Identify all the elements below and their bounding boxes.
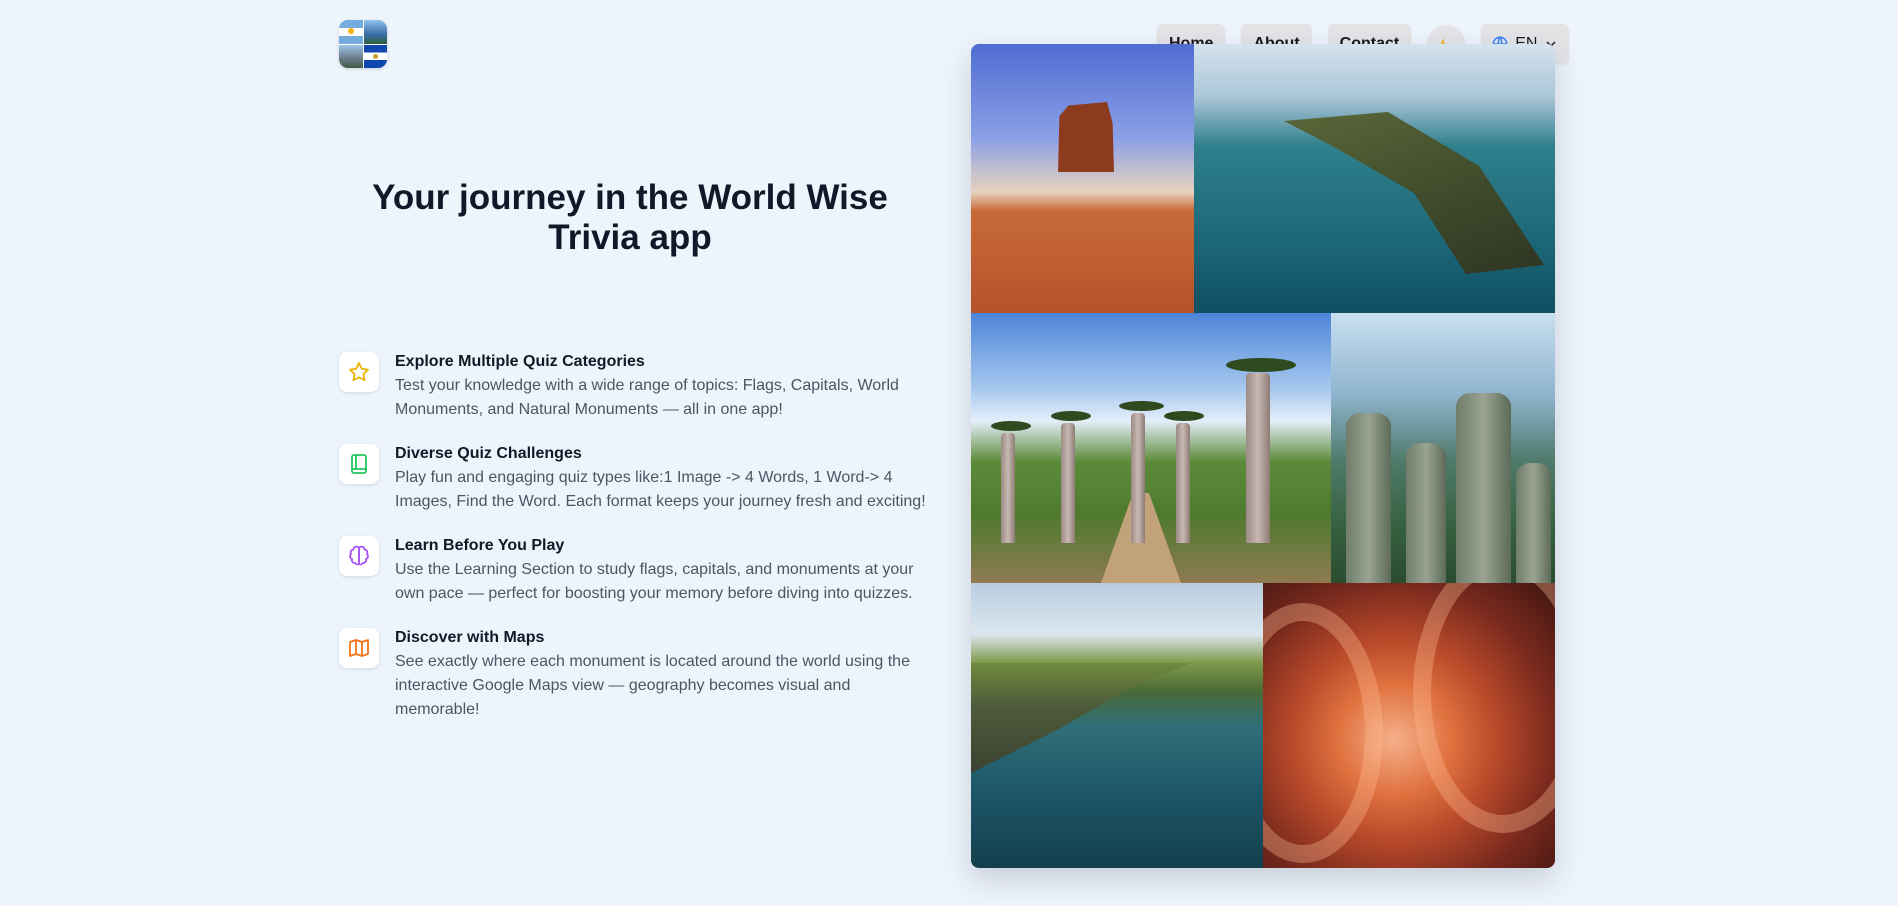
baobab-avenue-photo [971,313,1331,583]
feature-description: Use the Learning Section to study flags,… [395,561,914,602]
rock-pillar [1406,443,1446,583]
map-icon [349,639,369,657]
app-logo[interactable] [339,20,387,68]
tree-trunk [1246,373,1270,543]
tree-crown [1226,358,1296,372]
feature-item: Discover with Maps See exactly where eac… [339,628,929,722]
feature-title: Explore Multiple Quiz Categories [395,353,645,370]
tree-trunk [1131,413,1145,543]
feature-icon-badge [339,352,379,392]
brain-icon [349,545,369,566]
feature-item: Explore Multiple Quiz Categories Test yo… [339,352,929,422]
feature-description: Play fun and engaging quiz types like:1 … [395,469,926,510]
feature-item: Diverse Quiz Challenges Play fun and eng… [339,444,929,514]
star-icon [349,362,369,382]
tree-trunk [1176,423,1190,543]
tree-crown [1051,411,1091,421]
page-title: Your journey in the World Wise Trivia ap… [372,178,888,257]
rock-pillar [1516,463,1551,583]
logo-landscape-tile [363,20,387,44]
feature-description: See exactly where each monument is locat… [395,653,910,718]
logo-flag-tile [363,44,387,68]
coastal-cape-photo [1194,44,1555,313]
feature-title: Discover with Maps [395,629,545,646]
feature-title: Learn Before You Play [395,537,565,554]
cliffs-shape [971,663,1191,773]
tree-trunk [1061,423,1075,543]
butte-shape [1058,102,1114,172]
canyon-wave [1263,603,1383,863]
feature-icon-badge [339,628,379,668]
canyon-wave [1413,583,1555,833]
feature-description: Test your knowledge with a wide range of… [395,377,899,418]
desert-butte-photo [971,44,1194,313]
feature-title: Diverse Quiz Challenges [395,445,582,462]
karst-pillars-photo [1331,313,1555,583]
feature-text: Discover with Maps See exactly where eac… [395,628,929,722]
feature-text: Explore Multiple Quiz Categories Test yo… [395,352,929,422]
logo-landscape-tile [339,44,363,68]
rock-pillar [1346,413,1391,583]
tree-crown [991,421,1031,431]
slot-canyon-photo [1263,583,1555,868]
feature-list: Explore Multiple Quiz Categories Test yo… [339,352,929,744]
feature-icon-badge [339,444,379,484]
rock-pillar [1456,393,1511,583]
cape-shape [1284,112,1544,274]
feature-text: Learn Before You Play Use the Learning S… [395,536,929,606]
photo-gallery [971,44,1555,868]
feature-icon-badge [339,536,379,576]
book-icon [351,454,367,474]
tree-trunk [1001,433,1015,543]
sea-cliffs-photo [971,583,1263,868]
logo-flag-tile [339,20,363,44]
feature-item: Learn Before You Play Use the Learning S… [339,536,929,606]
feature-text: Diverse Quiz Challenges Play fun and eng… [395,444,929,514]
tree-crown [1119,401,1164,411]
tree-crown [1164,411,1204,421]
